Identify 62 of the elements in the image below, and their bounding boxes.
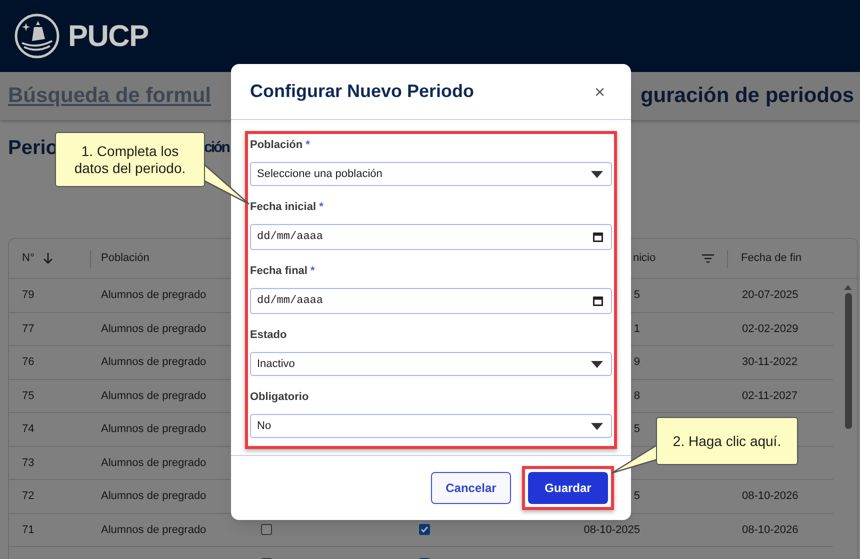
field-label: Fecha final * — [250, 264, 316, 278]
table-cell: 20-07-2025 — [742, 289, 798, 301]
table-cell: 72 — [22, 490, 34, 502]
table-cell: 75 — [22, 390, 34, 402]
dropdown-caret-icon — [591, 170, 603, 178]
table-cell: Alumnos de pregrado — [101, 289, 206, 301]
field-label: Fecha inicial * — [250, 200, 324, 214]
section-title: ción — [204, 138, 229, 158]
table-cell: 79 — [22, 289, 34, 301]
filter-icon[interactable] — [702, 254, 714, 263]
table-cell: 02-11-2027 — [742, 390, 798, 402]
table-cell: 77 — [22, 322, 34, 334]
checkbox[interactable] — [419, 524, 430, 536]
table-cell: Alumnos de pregrado — [101, 490, 206, 502]
table-cell-text: 5 — [634, 288, 640, 303]
modal-title: Configurar Nuevo Periodo — [250, 80, 474, 103]
table-cell: 71 — [22, 524, 34, 536]
table-cell-text: 9 — [634, 355, 640, 370]
field-label: Obligatorio — [250, 390, 310, 404]
table-cell: Alumnos de pregrado — [101, 524, 206, 536]
table-cell: 02-02-2029 — [742, 322, 798, 334]
page-title: guración de periodos — [640, 83, 854, 110]
logo-icon — [14, 13, 60, 59]
column-header[interactable]: Población — [101, 250, 150, 267]
logo-text: PUCP — [68, 18, 148, 54]
dropdown-caret-icon — [591, 422, 603, 430]
table-cell: Alumnos de pregrado — [101, 322, 206, 334]
close-button[interactable]: × — [594, 82, 605, 100]
select-field[interactable]: No — [250, 414, 612, 438]
table-cell: 30-11-2022 — [742, 356, 798, 368]
column-header[interactable]: N° — [22, 250, 34, 267]
table-cell-text: 1 — [634, 322, 640, 336]
table-cell: 73 — [22, 456, 34, 468]
table-cell-text: 08-10-2025 — [584, 522, 640, 538]
table-cell: 08-10-2026 — [742, 524, 798, 536]
field-label: Población * — [250, 138, 311, 152]
calendar-icon[interactable] — [593, 296, 603, 306]
table-cell: Alumnos de pregrado — [101, 390, 206, 402]
table-cell: Alumnos de pregrado — [101, 423, 206, 435]
sort-arrow-icon[interactable] — [43, 253, 54, 264]
select-field[interactable]: Seleccione una población — [250, 162, 612, 186]
table-cell-text: 5 — [634, 489, 640, 504]
table-cell: Alumnos de pregrado — [101, 356, 206, 368]
date-field[interactable]: dd/mm/aaaa — [250, 224, 612, 250]
scrollbar-thumb[interactable] — [844, 293, 852, 429]
column-header[interactable]: nicio — [633, 250, 656, 267]
table-cell-text: 5 — [634, 422, 640, 437]
scroll-up-arrow-icon[interactable] — [844, 285, 852, 290]
dropdown-caret-icon — [591, 360, 603, 368]
field-label: Estado — [250, 328, 288, 342]
checkbox[interactable] — [261, 524, 272, 536]
table-cell: 74 — [22, 423, 34, 435]
calendar-icon[interactable] — [593, 232, 603, 242]
column-header[interactable]: Fecha de fin — [741, 250, 802, 267]
table-cell: Alumnos de pregrado — [101, 456, 206, 468]
date-field[interactable]: dd/mm/aaaa — [250, 288, 612, 314]
table-cell: 76 — [22, 356, 34, 368]
save-button[interactable]: Guardar — [528, 472, 608, 504]
cancel-button[interactable]: Cancelar — [431, 472, 511, 504]
select-field[interactable]: Inactivo — [250, 352, 612, 376]
table-cell: 08-10-2026 — [742, 490, 798, 502]
table-cell-text: 8 — [634, 388, 640, 404]
